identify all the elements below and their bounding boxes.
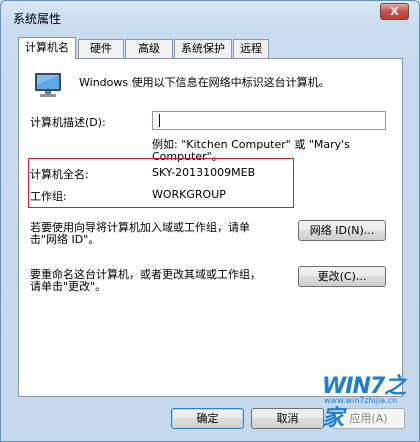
window-title: 系统属性 (13, 12, 62, 26)
title-bar[interactable]: 系统属性 X (1, 1, 419, 31)
ok-button[interactable]: 确定 (171, 408, 244, 429)
tab-remote[interactable]: 远程 (233, 39, 269, 58)
intro-text: Windows 使用以下信息在网络中标识这台计算机。 (79, 76, 330, 89)
computer-monitor-icon (35, 73, 61, 97)
close-icon: X (390, 5, 399, 18)
change-button[interactable]: 更改(C)... (298, 266, 386, 287)
tab-advanced[interactable]: 高级 (125, 39, 173, 58)
cancel-button[interactable]: 取消 (251, 408, 324, 429)
tab-computer-name[interactable]: 计算机名 (18, 37, 76, 59)
full-computer-name-value: SKY-20131009MEB (152, 166, 256, 179)
computer-description-input[interactable] (152, 111, 386, 130)
watermark-url: www.win7zhijia.cn (324, 396, 398, 405)
computer-description-label: 计算机描述(D): (30, 116, 106, 129)
tab-system-protection[interactable]: 系统保护 (174, 39, 232, 58)
rename-text-line2: 请单击"更改"。 (30, 280, 107, 293)
watermark-logo: WIN7之家 www.win7zhijia.cn (322, 368, 416, 431)
text-caret (159, 114, 160, 127)
network-id-text-line2: 击"网络 ID"。 (30, 233, 100, 246)
tab-hardware[interactable]: 硬件 (78, 39, 124, 58)
network-id-button[interactable]: 网络 ID(N)... (298, 220, 386, 241)
system-properties-window: 系统属性 X 计算机名 硬件 高级 系统保护 远程 Windows 使用以下信息… (0, 0, 420, 442)
workgroup-value: WORKGROUP (152, 188, 226, 201)
full-computer-name-label: 计算机全名: (30, 168, 89, 181)
workgroup-label: 工作组: (30, 190, 67, 203)
computer-name-panel: Windows 使用以下信息在网络中标识这台计算机。 计算机描述(D): 例如:… (18, 58, 403, 397)
close-button[interactable]: X (380, 3, 409, 20)
